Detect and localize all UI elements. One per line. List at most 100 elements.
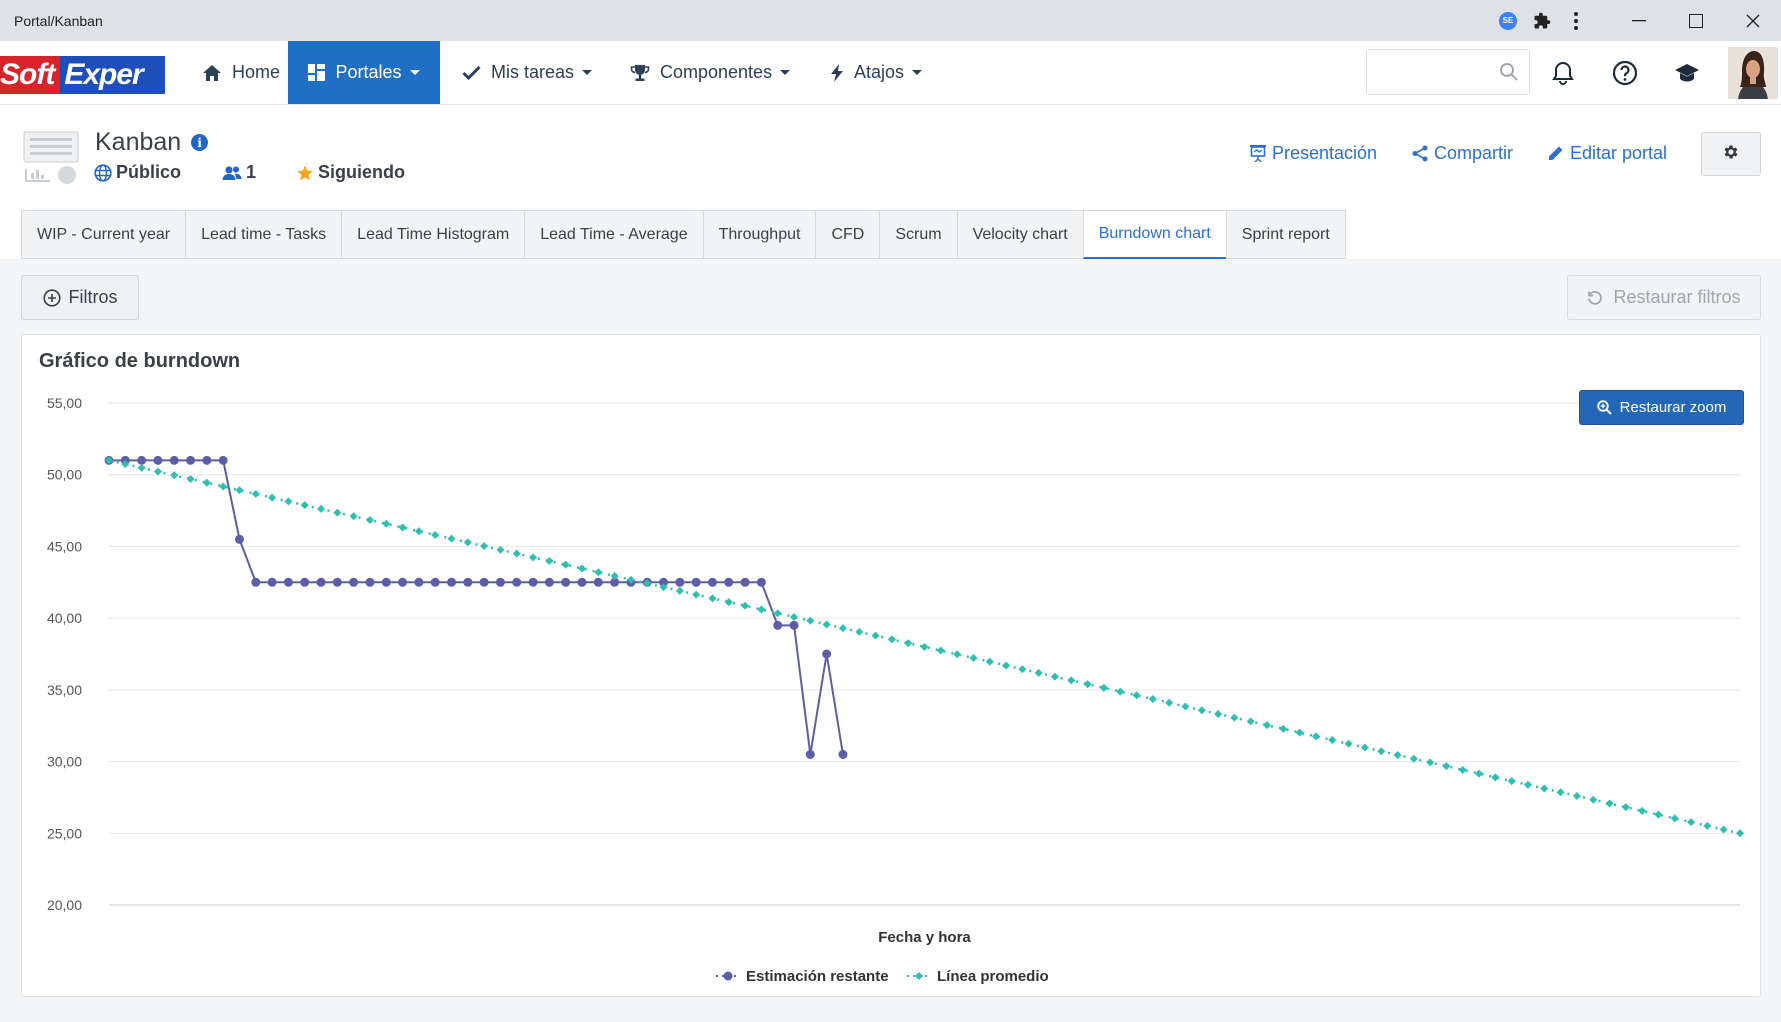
pencil-icon: [1547, 145, 1564, 162]
legend-marker-remaining: [723, 971, 733, 981]
extension-se-icon[interactable]: SE: [1494, 0, 1522, 41]
settings-button[interactable]: [1701, 132, 1761, 176]
nav-mis-tareas[interactable]: Mis tareas: [462, 41, 593, 104]
help-icon[interactable]: [1611, 59, 1639, 87]
data-point-average: [822, 620, 831, 629]
data-point-average: [724, 598, 733, 607]
data-point-average: [333, 508, 342, 517]
data-point-average: [1344, 739, 1353, 748]
data-point-average: [1002, 661, 1011, 670]
nav-home[interactable]: Home: [192, 41, 290, 104]
data-point-remaining: [137, 455, 147, 465]
close-icon[interactable]: [1724, 0, 1781, 41]
data-point-average: [1034, 668, 1043, 677]
reset-zoom-label: Restaurar zoom: [1619, 399, 1727, 416]
data-point-average: [382, 519, 391, 528]
search-icon[interactable]: [1499, 62, 1519, 87]
share-link[interactable]: Compartir: [1412, 143, 1513, 164]
data-point-average: [1328, 736, 1337, 745]
legend-label: Línea promedio: [937, 968, 1049, 985]
data-point-average: [920, 642, 929, 651]
data-point-average: [431, 530, 440, 539]
tab-lead-time-histogram[interactable]: Lead Time Histogram: [341, 210, 525, 259]
data-point-remaining: [675, 577, 685, 587]
visibility-label: Público: [116, 162, 182, 182]
chevron-down-icon: [780, 70, 791, 75]
zoom-icon: [1596, 400, 1612, 415]
extension-badge: SE: [1499, 11, 1517, 30]
presentation-link[interactable]: Presentación: [1250, 143, 1377, 164]
data-point-remaining: [838, 749, 848, 759]
tab-lead-time-average[interactable]: Lead Time - Average: [524, 210, 703, 259]
data-point-remaining: [773, 620, 783, 630]
data-point-average: [594, 568, 603, 577]
reset-zoom-button[interactable]: Restaurar zoom: [1579, 390, 1744, 425]
data-point-average: [1605, 799, 1614, 808]
data-point-average: [1442, 762, 1451, 771]
data-point-average: [741, 601, 750, 610]
search-input[interactable]: [1367, 50, 1487, 94]
data-point-remaining: [756, 577, 766, 587]
tab-cfd[interactable]: CFD: [815, 210, 880, 259]
graduation-cap-icon[interactable]: [1673, 59, 1701, 87]
y-tick-label: 30,00: [47, 754, 82, 770]
nav-componentes[interactable]: Componentes: [630, 41, 791, 104]
data-point-remaining: [789, 620, 799, 630]
follow-status[interactable]: Siguiendo: [296, 162, 405, 183]
chevron-down-icon: [912, 70, 923, 75]
data-point-remaining: [169, 455, 179, 465]
bell-icon[interactable]: [1549, 59, 1577, 87]
tab-velocity-chart[interactable]: Velocity chart: [956, 210, 1083, 259]
y-tick-label: 45,00: [47, 538, 82, 554]
tab-throughput[interactable]: Throughput: [702, 210, 816, 259]
data-point-average: [512, 549, 521, 558]
home-icon: [202, 64, 222, 82]
edit-portal-link[interactable]: Editar portal: [1547, 143, 1667, 164]
burndown-chart-panel: 20,00 25,00 30,00 35,00 40,00 45,00 50,00 55,00…: [21, 334, 1761, 997]
data-point-average: [1703, 821, 1712, 830]
extensions-puzzle-icon[interactable]: [1528, 0, 1556, 41]
members-count[interactable]: 1: [222, 162, 256, 183]
more-options-icon[interactable]: [1562, 0, 1590, 41]
data-point-average: [1165, 698, 1174, 707]
softexpert-logo[interactable]: Soft Exper: [0, 56, 165, 94]
nav-portales[interactable]: Portales: [288, 41, 440, 104]
data-point-average: [1654, 810, 1663, 819]
nav-componentes-label: Componentes: [660, 62, 773, 82]
data-point-average: [904, 639, 913, 648]
presentation-label: Presentación: [1272, 143, 1378, 163]
data-point-average: [284, 497, 293, 506]
data-point-average: [1523, 780, 1532, 789]
burndown-chart[interactable]: 20,00 25,00 30,00 35,00 40,00 45,00 50,00 55,00…: [22, 335, 1762, 998]
nav-atajos[interactable]: Atajos: [830, 41, 923, 104]
check-icon: [462, 65, 481, 80]
tab-burndown-chart[interactable]: Burndown chart: [1082, 210, 1226, 259]
restore-filters-button[interactable]: Restaurar filtros: [1567, 275, 1761, 320]
maximize-icon[interactable]: [1667, 0, 1724, 41]
data-point-average: [496, 545, 505, 554]
plus-circle-icon: [42, 288, 61, 307]
tab-lead-time-tasks[interactable]: Lead time - Tasks: [185, 210, 342, 259]
star-icon: [296, 164, 314, 182]
data-point-remaining: [186, 455, 196, 465]
data-point-remaining: [234, 534, 244, 544]
data-point-average: [1589, 795, 1598, 804]
legend-marker-average: [915, 972, 923, 980]
filters-label: Filtros: [68, 287, 118, 307]
tab-sprint-report[interactable]: Sprint report: [1225, 210, 1346, 259]
data-point-average: [1540, 784, 1549, 793]
minimize-icon[interactable]: [1610, 0, 1667, 41]
filters-button[interactable]: Filtros: [21, 275, 139, 320]
data-point-remaining: [724, 577, 734, 587]
data-point-remaining: [316, 577, 326, 587]
data-point-average: [1572, 791, 1581, 800]
series-line-remaining: [109, 459, 844, 755]
nav-mis-tareas-label: Mis tareas: [491, 62, 575, 82]
data-point-average: [1736, 829, 1744, 838]
y-tick-label: 40,00: [47, 610, 82, 626]
data-point-average: [1279, 724, 1288, 733]
user-avatar[interactable]: [1728, 47, 1778, 99]
tab-scrum[interactable]: Scrum: [879, 210, 957, 259]
info-icon[interactable]: i: [191, 134, 209, 151]
tab-wip-current-year[interactable]: WIP - Current year: [21, 210, 186, 259]
